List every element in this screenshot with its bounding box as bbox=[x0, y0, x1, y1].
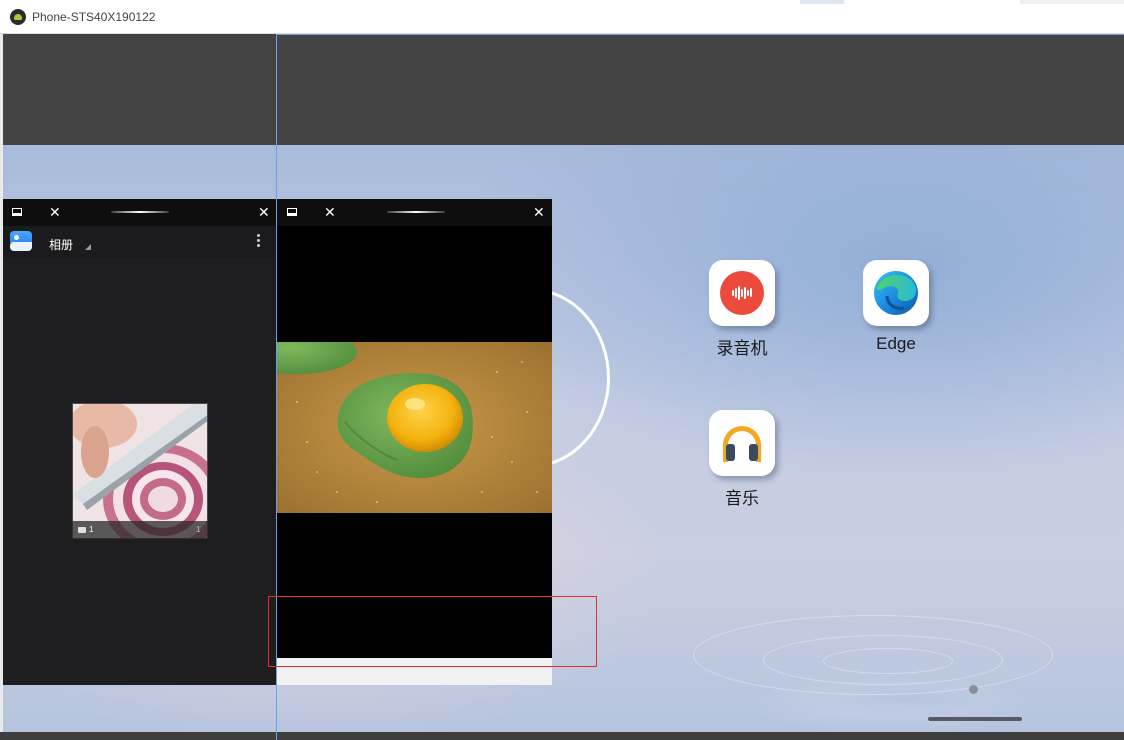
background-window-fragment bbox=[800, 0, 844, 4]
close-window-icon[interactable]: ✕ bbox=[258, 204, 270, 220]
highlight-box bbox=[268, 596, 597, 667]
edge-icon bbox=[863, 260, 929, 326]
album-count-secondary: 1 bbox=[196, 525, 201, 534]
status-bar bbox=[3, 34, 1124, 145]
host-title-bar: Phone-STS40X190122 bbox=[0, 0, 1124, 34]
close-window-icon[interactable]: ✕ bbox=[533, 204, 545, 220]
page-indicator-dot bbox=[969, 685, 978, 694]
minimize-window-icon[interactable] bbox=[12, 208, 22, 216]
floating-window-header[interactable]: ✕ ✕ bbox=[3, 199, 276, 226]
album-count: 1 bbox=[89, 525, 94, 534]
folder-icon bbox=[78, 527, 86, 533]
drag-handle[interactable] bbox=[111, 211, 169, 213]
app-label: 音乐 bbox=[725, 489, 759, 508]
drag-handle[interactable] bbox=[387, 211, 445, 213]
app-music[interactable]: 音乐 bbox=[692, 410, 792, 509]
dropdown-triangle-icon[interactable] bbox=[85, 244, 91, 250]
app-edge[interactable]: Edge bbox=[846, 260, 946, 354]
gallery-floating-window: ✕ ✕ 相册 1 1 bbox=[3, 199, 276, 685]
gallery-title[interactable]: 相册 bbox=[49, 236, 73, 253]
device-bottom-edge bbox=[0, 732, 1124, 740]
android-icon bbox=[10, 9, 26, 25]
photo-image[interactable] bbox=[277, 342, 552, 513]
minimize-window-icon[interactable] bbox=[287, 208, 297, 216]
home-gesture-bar[interactable] bbox=[928, 717, 1022, 721]
album-info-bar: 1 1 bbox=[72, 521, 208, 539]
close-window-icon[interactable]: ✕ bbox=[324, 204, 336, 220]
album-thumbnail[interactable] bbox=[72, 403, 208, 539]
app-label: 录音机 bbox=[716, 339, 768, 358]
gallery-logo-icon bbox=[10, 231, 32, 251]
floating-window-header[interactable]: ✕ ✕ bbox=[277, 199, 552, 226]
host-window-title: Phone-STS40X190122 bbox=[32, 10, 156, 24]
gallery-app-bar: 相册 bbox=[3, 226, 276, 258]
app-label: Edge bbox=[876, 334, 916, 353]
close-window-icon[interactable]: ✕ bbox=[49, 204, 61, 220]
recorder-icon bbox=[709, 260, 775, 326]
app-recorder[interactable]: 录音机 bbox=[692, 260, 792, 359]
background-window-fragment bbox=[1020, 0, 1124, 4]
window-split-guide-horizontal bbox=[276, 34, 1124, 35]
more-options-icon[interactable] bbox=[257, 234, 261, 248]
music-icon bbox=[709, 410, 775, 476]
